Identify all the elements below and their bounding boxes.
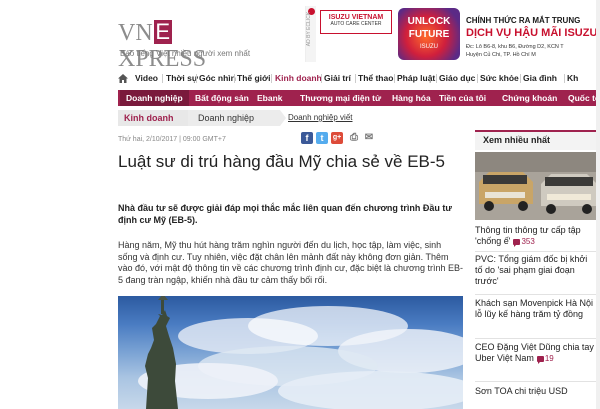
nav-divider: [477, 74, 478, 83]
article-date: Thứ hai, 2/10/2017 | 09:00 GMT+7: [118, 136, 226, 143]
nav-goc-nhin[interactable]: Góc nhìn: [199, 73, 236, 83]
social-share-bar: f t g+ ⎙ ✉: [301, 132, 461, 148]
logo-e-block: E: [153, 19, 172, 44]
print-icon[interactable]: ⎙: [348, 132, 360, 144]
main-nav: Video Thời sự Góc nhìn Thế giới Kinh doa…: [118, 71, 600, 88]
nav-divider: [564, 74, 565, 83]
nav-divider: [321, 74, 322, 83]
ad-address-line1: Đc: Lô B6-8, khu B6, Đường D2, KCN T: [466, 44, 564, 50]
nav-the-gioi[interactable]: Thế giới: [237, 73, 270, 83]
unlock-brand: ISUZU: [420, 44, 438, 50]
ad-address-line2: Huyện Củ Chi, TP. Hồ Chí M: [466, 52, 536, 58]
nav-kinh-doanh[interactable]: Kinh doanh: [275, 73, 322, 83]
sidebar-article-4-title: CEO Đặng Việt Dũng chia tay Uber Việt Na…: [475, 342, 594, 363]
nav-video[interactable]: Video: [135, 73, 158, 83]
subnav-tien-cua-toi[interactable]: Tiền của tôi: [439, 93, 486, 103]
ad-banner[interactable]: AD BY ECLICK ISUZU VIETNAM AUTO CARE CEN…: [305, 6, 600, 62]
nav-divider: [162, 74, 163, 83]
article-body: Hàng năm, Mỹ thu hút hàng trăm nghìn ngư…: [118, 240, 463, 285]
subnav-hang-hoa[interactable]: Hàng hóa: [392, 93, 431, 103]
sub-nav: Doanh nghiệp Bất động sản Ebank Thương m…: [118, 90, 600, 106]
nav-divider: [436, 74, 437, 83]
sidebar-article-5[interactable]: Sơn TOA chi triệu USD: [475, 386, 597, 397]
nav-divider: [196, 74, 197, 83]
future-text: FUTURE: [408, 29, 450, 40]
sidebar-article-3[interactable]: Khách sạn Movenpick Hà Nội lỗ lũy kế hàn…: [475, 298, 597, 320]
comment-icon: [536, 355, 544, 364]
sidebar-divider: [475, 294, 597, 295]
nav-giai-tri[interactable]: Giải trí: [324, 73, 351, 83]
nav-gia-dinh[interactable]: Gia đình: [523, 73, 557, 83]
statue-of-liberty-image: [138, 296, 463, 409]
subnav-bat-dong-san[interactable]: Bất động sản: [195, 93, 249, 103]
isuzu-logo-box: ISUZU VIETNAM AUTO CARE CENTER: [320, 10, 392, 34]
nav-divider: [394, 74, 395, 83]
nav-the-thao[interactable]: Thể thao: [358, 73, 393, 83]
nav-giao-duc[interactable]: Giáo dục: [439, 73, 475, 83]
email-icon[interactable]: ✉: [363, 132, 375, 144]
nav-divider: [355, 74, 356, 83]
ad-badge: AD BY ECLICK: [306, 6, 316, 62]
nav-suc-khoe[interactable]: Sức khỏe: [480, 73, 519, 83]
sidebar-divider: [475, 251, 597, 252]
sidebar-most-viewed: Xem nhiều nhất Thông tin thông tư cấp tậ…: [475, 130, 600, 409]
sidebar-heading: Xem nhiều nhất: [475, 130, 600, 150]
subnav-thuong-mai-dien-tu[interactable]: Thương mại điện tử: [300, 93, 381, 103]
twitter-icon[interactable]: t: [316, 132, 328, 144]
sidebar-thumbnail-taxi[interactable]: [475, 152, 600, 220]
article-title: Luật sư di trú hàng đầu Mỹ chia sẻ về EB…: [118, 152, 446, 171]
sidebar-article-4[interactable]: CEO Đặng Việt Dũng chia tay Uber Việt Na…: [475, 342, 597, 364]
ad-address: Đc: Lô B6-8, khu B6, Đường D2, KCN T Huy…: [466, 43, 564, 59]
subnav-quoc-te[interactable]: Quốc tế: [568, 93, 600, 103]
article-lead: Nhà đầu tư sẽ được giải đáp mọi thắc mắc…: [118, 203, 452, 225]
taxi-photo: [475, 152, 600, 220]
home-icon[interactable]: [118, 74, 128, 83]
nav-phap-luat[interactable]: Pháp luật: [397, 73, 435, 83]
breadcrumb-arrow-icon: [280, 110, 286, 126]
isuzu-logo-line1: ISUZU VIETNAM: [328, 14, 384, 21]
breadcrumb-doanh-nghiep-viet[interactable]: Doanh nghiệp viết: [288, 110, 353, 126]
subnav-doanh-nghiep[interactable]: Doanh nghiệp: [120, 90, 189, 106]
comment-count: 353: [521, 237, 535, 246]
subnav-chung-khoan[interactable]: Chứng khoán: [502, 93, 557, 103]
nav-thoi-su[interactable]: Thời sự: [166, 73, 198, 83]
ad-badge-label: AD BY ECLICK: [306, 11, 313, 47]
unlock-future-graphic: UNLOCK FUTURE ISUZU: [398, 8, 460, 60]
unlock-text: UNLOCK: [407, 16, 451, 27]
nav-divider: [520, 74, 521, 83]
sidebar-article-2[interactable]: PVC: Tổng giám đốc bị khởi tố do 'sai ph…: [475, 254, 597, 287]
sidebar-article-2-title: PVC: Tổng giám đốc bị khởi tố do 'sai ph…: [475, 254, 588, 286]
subnav-ebank[interactable]: Ebank: [257, 93, 283, 103]
logo-prefix: VN: [118, 20, 153, 46]
sidebar-divider: [475, 381, 597, 382]
nav-khoa-hoc[interactable]: Kh: [567, 73, 578, 83]
facebook-icon[interactable]: f: [301, 132, 313, 144]
article-photo-statue-of-liberty: [118, 296, 463, 409]
comment-count: 19: [544, 354, 554, 363]
page-scrollbar[interactable]: [596, 0, 600, 409]
breadcrumb: Kinh doanh Doanh nghiệp Doanh nghiệp viế…: [118, 110, 478, 126]
comment-icon: [513, 238, 521, 247]
ad-title-line2: DỊCH VỤ HẬU MÃI ISUZU: [466, 27, 598, 39]
breadcrumb-doanh-nghiep[interactable]: Doanh nghiệp: [188, 110, 280, 126]
sidebar-article-3-title: Khách sạn Movenpick Hà Nội lỗ lũy kế hàn…: [475, 298, 594, 319]
nav-divider: [234, 74, 235, 83]
sidebar-heading-label: Xem nhiều nhất: [483, 135, 551, 145]
breadcrumb-kinh-doanh[interactable]: Kinh doanh: [118, 110, 192, 126]
sidebar-article-5-title: Sơn TOA chi triệu USD: [475, 386, 568, 396]
isuzu-logo-line2: AUTO CARE CENTER: [330, 21, 382, 27]
ad-title-line1: CHÍNH THỨC RA MẮT TRUNG: [466, 16, 581, 25]
nav-divider: [271, 74, 272, 83]
google-plus-icon[interactable]: g+: [331, 132, 343, 144]
site-tagline: Báo tiếng Việt nhiều người xem nhất: [120, 49, 251, 58]
sidebar-divider: [475, 338, 597, 339]
site-header: VN EXPRESS Báo tiếng Việt nhiều người xem…: [0, 0, 600, 73]
sidebar-article-1[interactable]: Thông tin thông tư cấp tập 'chống ế' 353: [475, 225, 597, 247]
vnexpress-logo[interactable]: VN EXPRESS: [118, 19, 253, 73]
